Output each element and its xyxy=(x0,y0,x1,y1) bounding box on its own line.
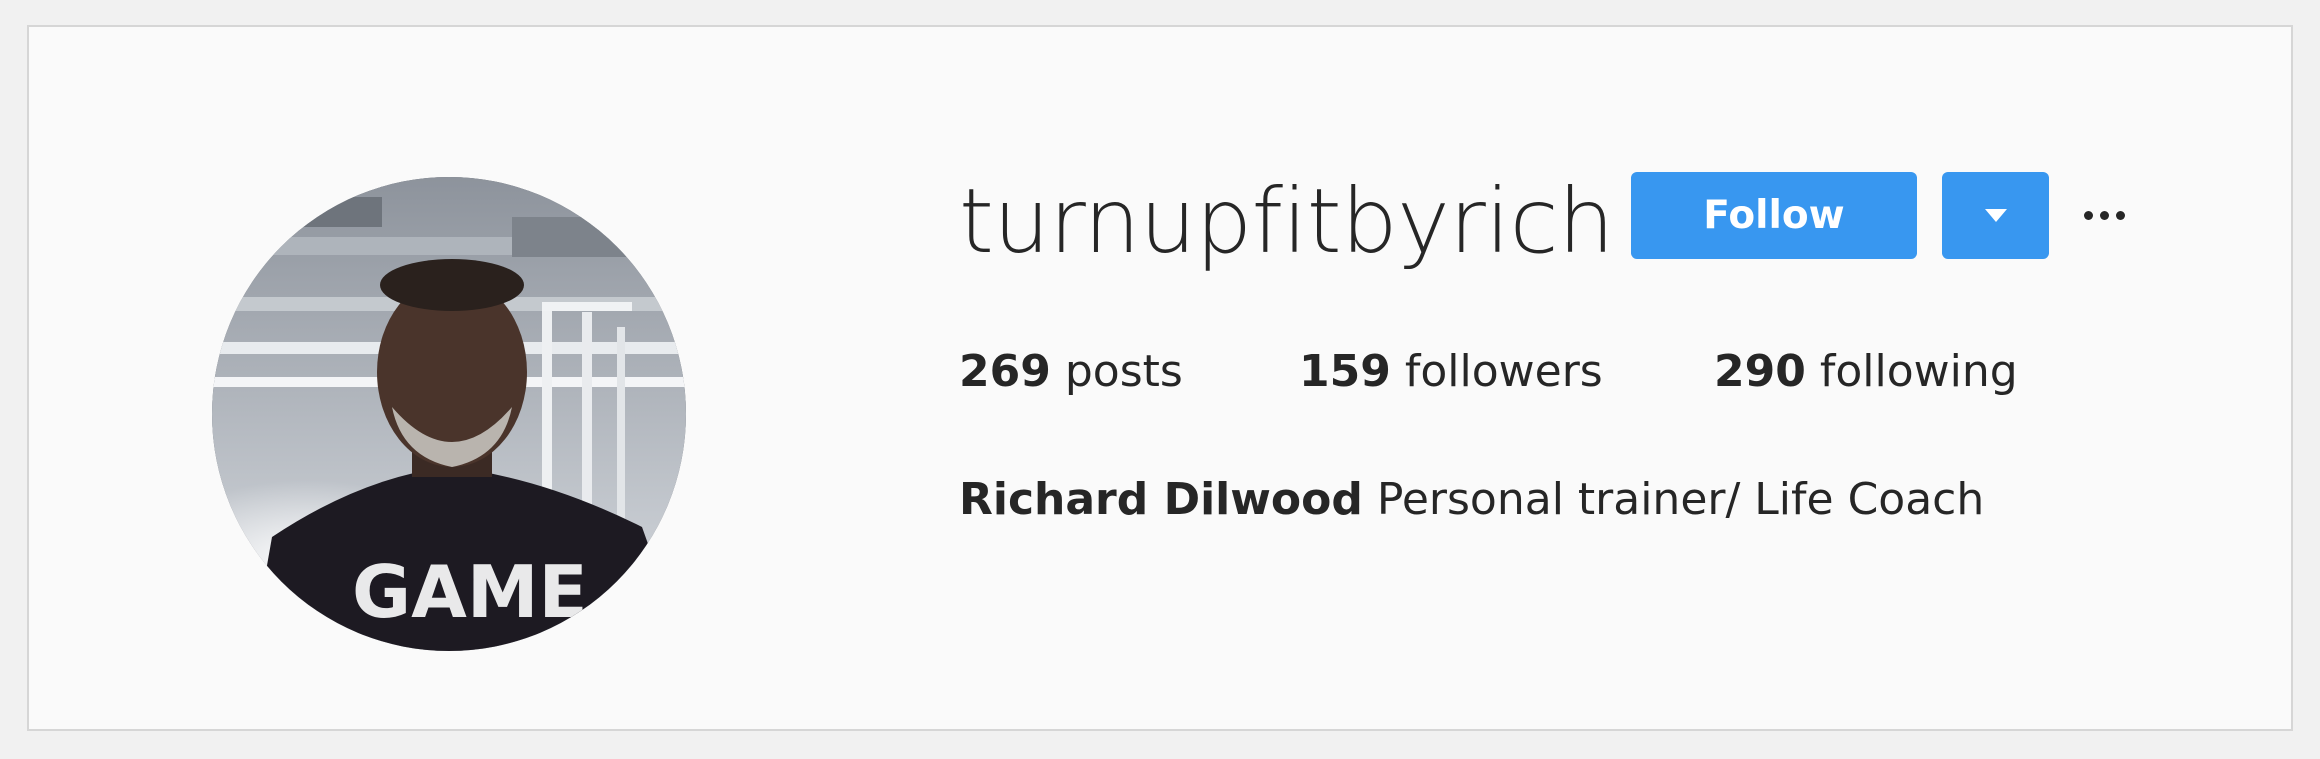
following-count: 290 xyxy=(1714,346,1806,397)
profile-header-card: GAME turnupfitbyrich Follow 269 posts 15… xyxy=(27,25,2293,731)
profile-avatar[interactable]: GAME xyxy=(212,177,686,651)
profile-bio-text: Personal trainer/ Life Coach xyxy=(1376,474,1985,525)
svg-text:GAME: GAME xyxy=(352,550,588,634)
followers-count: 159 xyxy=(1299,346,1391,397)
profile-bio: Richard Dilwood Personal trainer/ Life C… xyxy=(959,470,1984,530)
follow-button[interactable]: Follow xyxy=(1631,172,1917,259)
profile-username: turnupfitbyrich xyxy=(959,169,1614,273)
more-options-icon xyxy=(2116,211,2125,220)
following-label: following xyxy=(1819,346,2018,397)
more-options-button[interactable] xyxy=(2082,197,2132,233)
caret-down-icon xyxy=(1985,209,2007,222)
followers-label: followers xyxy=(1404,346,1603,397)
more-options-icon xyxy=(2100,211,2109,220)
more-options-icon xyxy=(2084,211,2093,220)
suggestions-dropdown-button[interactable] xyxy=(1942,172,2049,259)
avatar-photo: GAME xyxy=(212,177,686,651)
followers-link[interactable]: 159 followers xyxy=(1299,342,1603,402)
profile-full-name: Richard Dilwood xyxy=(959,474,1363,525)
posts-count: 269 xyxy=(959,346,1051,397)
following-link[interactable]: 290 following xyxy=(1714,342,2018,402)
posts-label: posts xyxy=(1064,346,1183,397)
posts-count-stat: 269 posts xyxy=(959,342,1183,402)
